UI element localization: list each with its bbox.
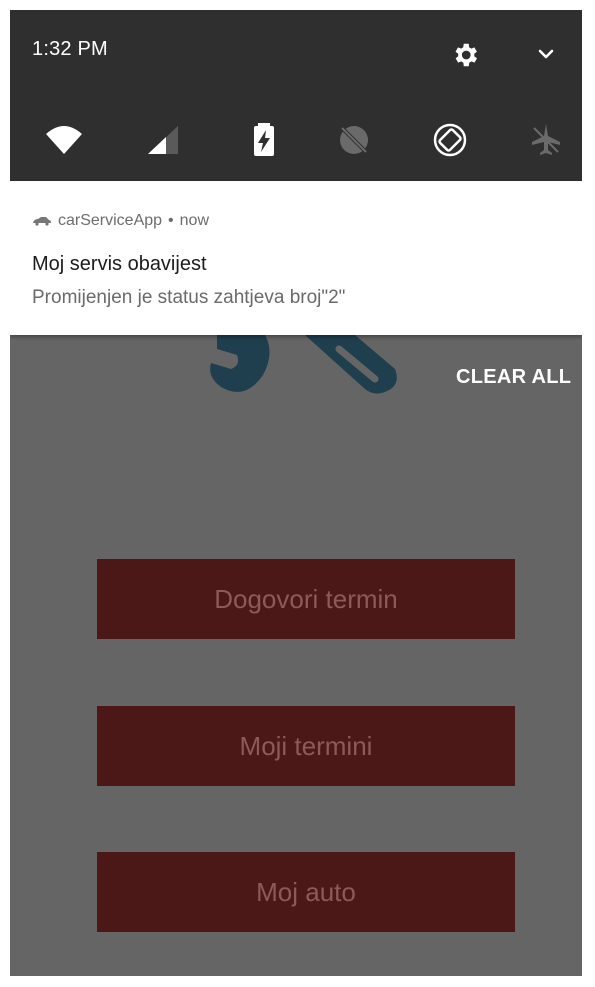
book-appointment-button[interactable]: Dogovori termin — [97, 559, 515, 639]
notification-card[interactable]: carServiceApp • now Moj servis obavijest… — [10, 181, 582, 335]
wifi-icon[interactable] — [44, 120, 84, 160]
notification-title: Moj servis obavijest — [32, 253, 207, 275]
status-time: 1:32 PM — [32, 38, 108, 60]
car-app-icon — [33, 217, 51, 226]
auto-rotate-icon[interactable] — [430, 120, 470, 160]
cellular-signal-icon[interactable] — [144, 120, 184, 160]
notification-separator: • — [168, 212, 174, 229]
location-off-icon[interactable] — [334, 120, 374, 160]
app-logo-icon — [210, 335, 397, 394]
settings-gear-icon[interactable] — [450, 40, 480, 70]
chevron-down-icon[interactable] — [536, 44, 556, 64]
notification-time: now — [179, 212, 210, 229]
my-car-button[interactable]: Moj auto — [97, 852, 515, 932]
my-appointments-button[interactable]: Moji termini — [97, 706, 515, 786]
clear-all-button[interactable]: CLEAR ALL — [456, 366, 571, 389]
notification-app-name: carServiceApp — [58, 212, 163, 229]
battery-charging-icon[interactable] — [244, 120, 284, 160]
notification-text: Promijenjen je status zahtjeva broj"2" — [32, 287, 346, 308]
notification-header: carServiceApp • now — [32, 212, 209, 230]
airplane-mode-icon[interactable] — [526, 120, 566, 160]
screen: CLEAR ALL Dogovori termin Moji termini M… — [10, 10, 582, 976]
quick-settings-panel: 1:32 PM — [10, 10, 582, 181]
